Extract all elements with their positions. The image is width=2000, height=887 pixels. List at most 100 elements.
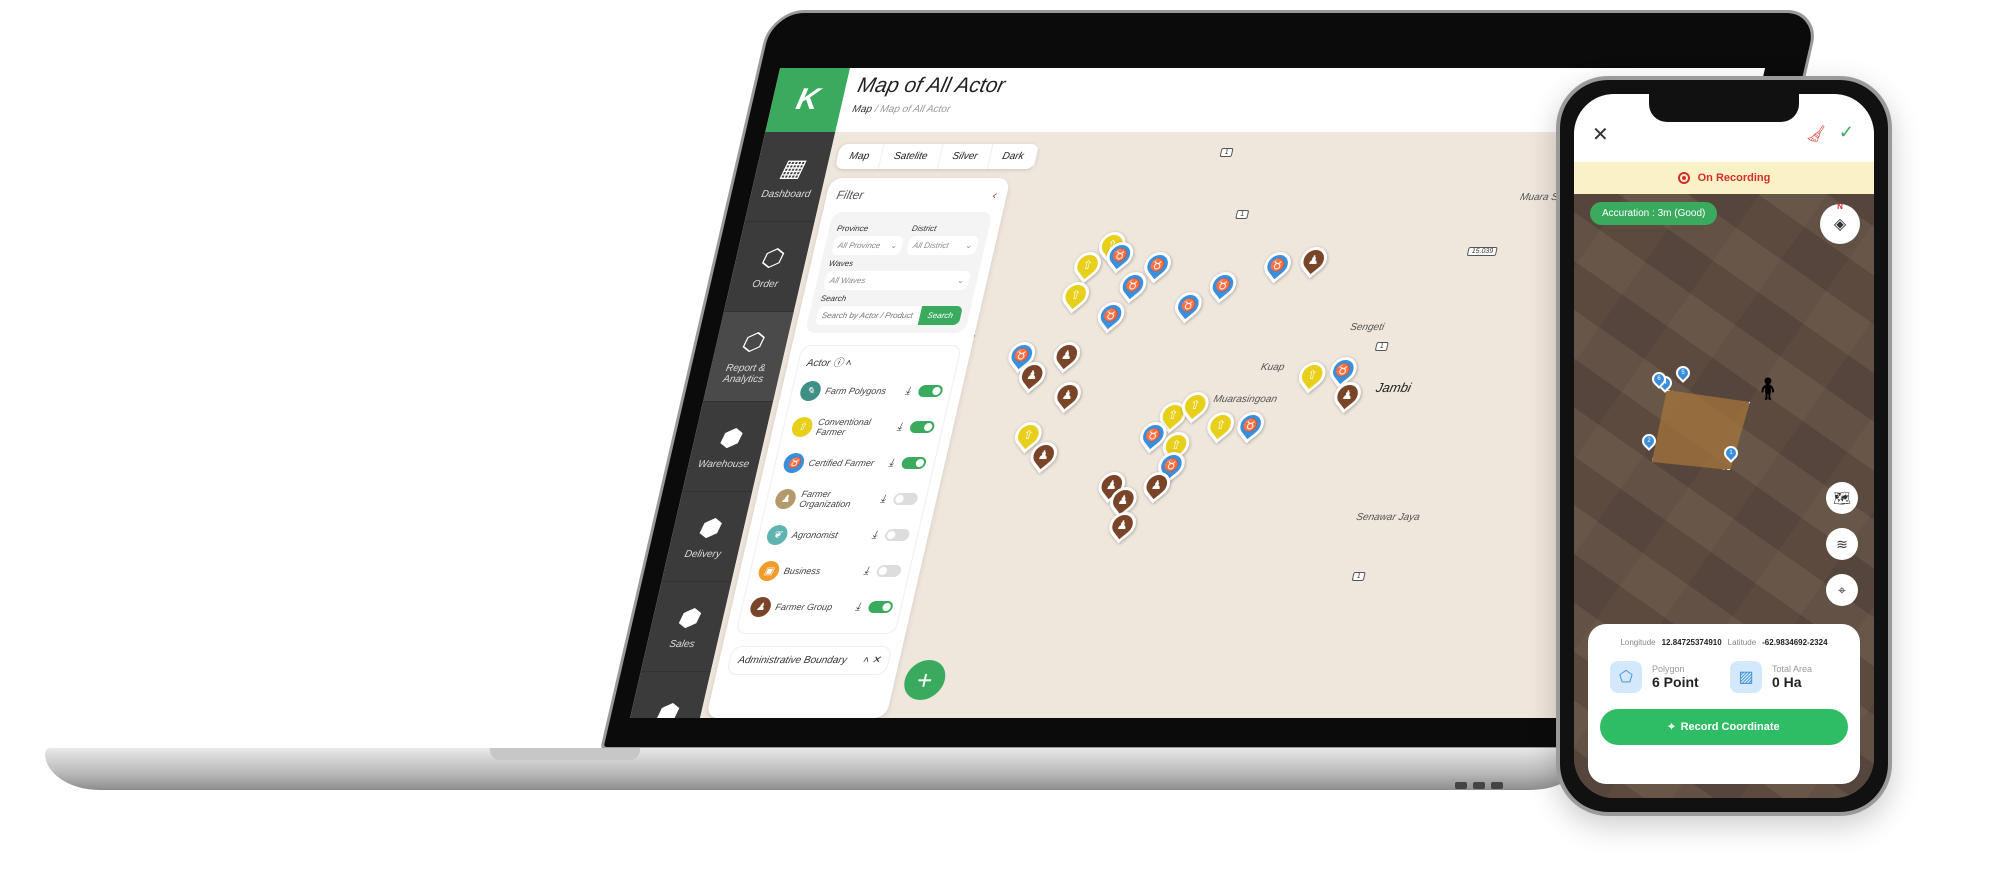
cube-icon: ⬢ (716, 424, 744, 452)
actor-marker[interactable]: ♟ (1295, 241, 1333, 279)
actor-toggle[interactable] (900, 457, 928, 469)
road-badge: 1 (1219, 148, 1234, 157)
actor-label: Business (782, 566, 822, 576)
actor-marker[interactable]: ♟ (1049, 376, 1086, 414)
cube-icon: ⬢ (674, 604, 702, 632)
collapse-icon[interactable]: ‹ (991, 188, 998, 202)
chevron-up-icon[interactable]: ˄ (862, 655, 870, 666)
record-coordinate-button[interactable]: ⌖ Record Coordinate (1600, 709, 1848, 745)
user-avatar-marker: 🧍︎ (1754, 376, 1782, 401)
actor-label: Farmer Organization (798, 489, 852, 509)
logo-text: K (793, 83, 823, 116)
place-label: Kuap (1259, 362, 1286, 373)
record-icon (1677, 172, 1690, 184)
check-icon[interactable]: ✓ (1839, 122, 1854, 143)
sidebar-label: Delivery (683, 548, 723, 560)
admin-boundary-label: Administrative Boundary (737, 655, 848, 666)
actor-marker[interactable]: ♉ (1204, 266, 1242, 304)
box-icon: ⬡ (738, 329, 766, 356)
cube-icon: ⬢ (695, 514, 723, 542)
actor-row: ♟ Farmer Organization ⤓ (771, 481, 921, 517)
actor-marker[interactable]: ♟ (1104, 506, 1141, 544)
sidebar-item-more[interactable]: ⬢ (630, 672, 711, 718)
filter-fields: Province All Province ⌄ District All Distri… (804, 212, 993, 333)
polygon-icon: ⬠ (1610, 661, 1642, 693)
latitude-label: Latitude (1727, 638, 1757, 647)
recording-banner: On Recording (1574, 162, 1874, 194)
close-icon[interactable]: ✕ (871, 655, 882, 666)
tab-dark[interactable]: Dark (987, 144, 1040, 169)
chevron-down-icon: ⌄ (889, 241, 899, 250)
province-label: Province (835, 224, 870, 233)
add-button[interactable]: + (900, 660, 950, 700)
phone-frame: ✕ 🧹︎ ✓ On Recording Accuration : 3m (Goo… (1556, 76, 1892, 816)
coordinate-card: Longitude 12.84725374910 Latitude -62.9834… (1588, 624, 1860, 784)
actor-marker[interactable]: ♉ (1169, 286, 1207, 324)
place-label: Sengeti (1348, 322, 1386, 333)
actor-list: ✎ Farm Polygons ⤓ ⇧ Conventional Farmer ⤓ ♉ Cer… (746, 373, 946, 625)
actor-label: Farm Polygons (824, 386, 888, 396)
actor-toggle[interactable] (908, 421, 936, 433)
polygon-label: Polygon (1652, 664, 1685, 674)
road-badge: 1 (1374, 342, 1389, 351)
stats: ⬠ Polygon 6 Point ▨ Total Area 0 Ha (1600, 661, 1848, 693)
actor-marker[interactable]: ♉ (1232, 406, 1270, 444)
actor-icon: ✎ (798, 381, 823, 401)
area-label: Total Area (1772, 664, 1813, 674)
road-badge: 1 (1235, 210, 1250, 219)
tab-satelite[interactable]: Satelite (879, 144, 944, 169)
longitude-label: Longitude (1620, 638, 1656, 647)
actor-icon: ▣ (756, 561, 782, 581)
filter-header: Filter ‹ (835, 188, 998, 202)
breadcrumb-current: Map of All Actor (879, 104, 952, 115)
actor-toggle[interactable] (883, 529, 911, 541)
tab-silver[interactable]: Silver (937, 144, 994, 169)
actor-marker[interactable]: ⇧ (1057, 276, 1095, 314)
actor-label: Conventional Farmer (814, 417, 873, 437)
broom-icon[interactable]: 🧹︎ (1806, 124, 1826, 144)
polygon-stat: ⬠ Polygon 6 Point (1610, 661, 1718, 693)
admin-boundary-section[interactable]: Administrative Boundary ˄ ✕ (725, 646, 893, 675)
compass-icon[interactable]: ◈ (1820, 202, 1860, 244)
actor-toggle[interactable] (867, 601, 895, 613)
waves-label: Waves (827, 259, 855, 268)
district-label: District (910, 224, 938, 233)
tab-map[interactable]: Map (834, 144, 885, 169)
actor-toggle[interactable] (892, 493, 919, 505)
layers-icon[interactable]: ≋ (1826, 528, 1858, 560)
place-label: Jambi (1374, 380, 1413, 395)
actor-marker[interactable]: ♟ (1048, 336, 1086, 374)
actor-icon: ⇧ (789, 417, 815, 437)
search-group: Search (814, 306, 964, 325)
longitude-value: 12.84725374910 (1661, 638, 1722, 647)
actor-marker[interactable]: ♉ (1092, 296, 1130, 334)
sidebar-label: Dashboard (760, 188, 812, 200)
map-icon[interactable]: 🗺︎ (1826, 482, 1858, 514)
search-button[interactable]: Search (917, 306, 964, 325)
breadcrumb-map[interactable]: Map (851, 104, 873, 115)
close-icon[interactable]: ✕ (1592, 122, 1609, 147)
actor-row: ⇧ Conventional Farmer ⤓ (788, 409, 938, 445)
chevron-down-icon: ⌄ (964, 241, 974, 250)
actor-label: Agronomist (791, 530, 839, 540)
area-stat: ▨ Total Area 0 Ha (1730, 661, 1838, 693)
actor-marker[interactable]: ⇧ (1202, 406, 1240, 444)
place-label: Muarasingoan (1212, 394, 1279, 405)
actor-row: ✎ Farm Polygons ⤓ (796, 373, 946, 409)
laptop-base (45, 748, 1585, 790)
search-input[interactable] (814, 306, 922, 325)
actor-toggle[interactable] (875, 565, 903, 577)
sidebar-label: Order (751, 278, 780, 290)
province-select[interactable]: All Province ⌄ (830, 236, 905, 255)
actor-toggle[interactable] (917, 385, 944, 397)
actor-icon: ♟ (773, 489, 798, 509)
locate-icon[interactable]: ⌖ (1826, 574, 1858, 606)
actor-marker[interactable]: ♉ (1259, 246, 1296, 284)
sidebar-label: Warehouse (696, 458, 751, 470)
actor-row: ▣ Business ⤓ (755, 553, 905, 589)
actor-header[interactable]: Actor ⓘ ˄ (806, 354, 951, 369)
waves-select[interactable]: All Waves ⌄ (822, 271, 972, 290)
district-select[interactable]: All District ⌄ (905, 236, 980, 255)
actor-marker[interactable]: ⇧ (1293, 356, 1331, 394)
waves-value: All Waves (828, 276, 867, 285)
